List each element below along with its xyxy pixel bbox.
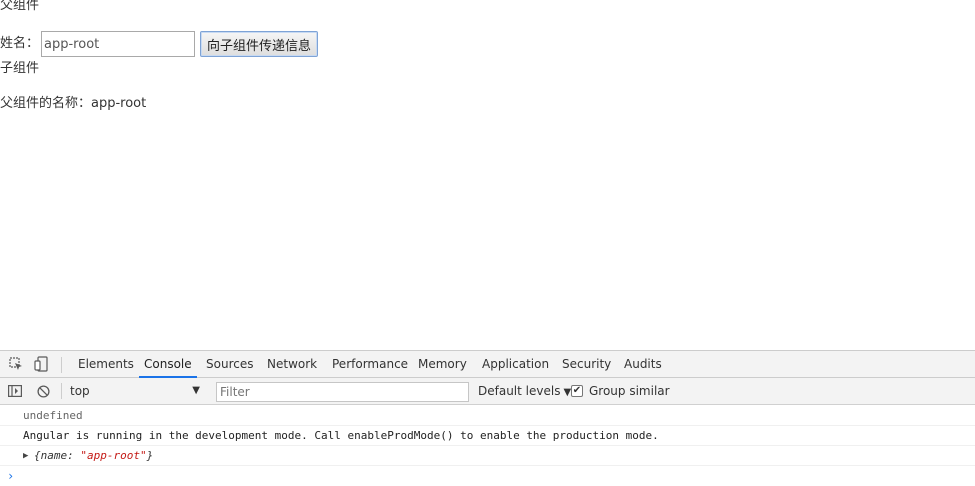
tab-sources[interactable]: Sources [206, 351, 253, 378]
tab-console[interactable]: Console [139, 351, 197, 378]
prompt-chevron-icon: › [7, 469, 15, 483]
tab-performance[interactable]: Performance [332, 351, 408, 378]
log-levels-dropdown[interactable]: Default levels ▼ [478, 381, 571, 401]
tab-application[interactable]: Application [482, 351, 549, 378]
child-parent-name-text: 父组件的名称：app-root [0, 96, 147, 111]
tab-memory[interactable]: Memory [418, 351, 467, 378]
console-message: Angular is running in the development mo… [0, 426, 975, 446]
parent-component-title: 父组件 [0, 0, 40, 13]
context-selector[interactable]: top ▼ [64, 381, 206, 401]
show-sidebar-icon[interactable] [7, 383, 23, 399]
name-row: 姓名： 向子组件传递信息 [0, 30, 319, 58]
devtools-tab-bar: Elements Console Sources Network Perform… [0, 351, 975, 378]
object-close: } [146, 449, 154, 462]
object-key: {name: [34, 449, 81, 462]
child-component-title: 子组件 [0, 61, 40, 76]
clear-console-icon[interactable] [35, 383, 51, 399]
context-value: top [70, 384, 90, 398]
devtools-panel: Elements Console Sources Network Perform… [0, 350, 975, 486]
log-levels-label: Default levels [478, 384, 561, 398]
tab-security[interactable]: Security [562, 351, 611, 378]
tab-elements[interactable]: Elements [78, 351, 134, 378]
console-message: undefined [0, 406, 975, 426]
group-similar-label: Group similar [589, 384, 670, 398]
toolbar-separator [61, 383, 62, 399]
caret-down-icon: ▼ [563, 387, 572, 398]
tab-audits[interactable]: Audits [624, 351, 662, 378]
group-similar-checkbox[interactable]: ✔ [571, 385, 583, 397]
tab-separator [61, 357, 62, 373]
name-label: 姓名： [0, 36, 40, 51]
inspect-element-icon[interactable] [8, 356, 24, 372]
tab-network[interactable]: Network [267, 351, 317, 378]
app-page: 父组件 姓名： 向子组件传递信息 子组件 父组件的名称：app-root [0, 0, 975, 350]
console-object-message[interactable]: ▶ {name: "app-root"} [0, 446, 975, 466]
expand-arrow-icon[interactable]: ▶ [23, 446, 28, 466]
caret-down-icon: ▼ [192, 385, 200, 396]
console-toolbar: top ▼ Default levels▼ ✔ Group similar [0, 378, 975, 405]
send-to-child-button[interactable]: 向子组件传递信息 [200, 31, 319, 57]
name-input[interactable] [41, 31, 196, 57]
object-preview: {name: "app-root"} [34, 449, 153, 462]
console-prompt[interactable]: › [0, 466, 975, 486]
group-similar-toggle[interactable]: ✔ Group similar [571, 381, 670, 401]
device-toolbar-icon[interactable] [33, 356, 49, 372]
console-messages: undefined Angular is running in the deve… [0, 406, 975, 486]
object-value: "app-root" [80, 449, 147, 462]
filter-input[interactable] [216, 382, 469, 402]
